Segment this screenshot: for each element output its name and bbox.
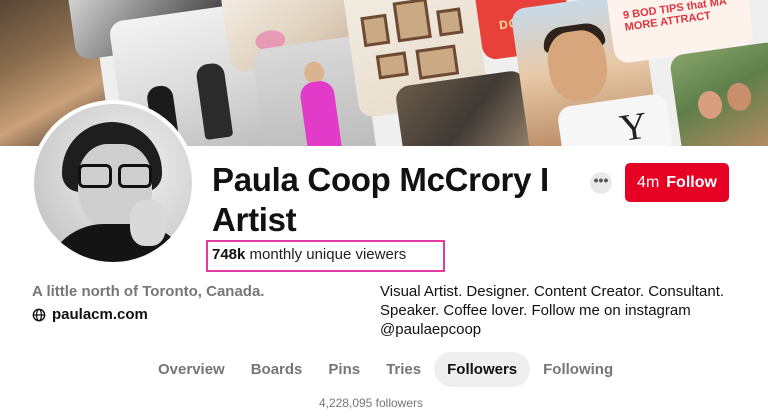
viewers-label: monthly unique viewers	[249, 246, 407, 263]
profile-avatar	[30, 100, 196, 266]
tab-overview[interactable]: Overview	[145, 352, 238, 387]
profile-tabs: Overview Boards Pins Tries Followers Fol…	[145, 350, 626, 388]
tab-pins[interactable]: Pins	[315, 352, 373, 387]
monthly-viewers: 748k monthly unique viewers	[212, 246, 406, 263]
followers-count: 4,228,095 followers	[318, 396, 424, 410]
profile-website-link[interactable]: paulacm.com	[32, 306, 148, 323]
tab-followers[interactable]: Followers	[434, 351, 531, 387]
cover-tile-text: Y	[617, 104, 651, 146]
website-url: paulacm.com	[52, 306, 148, 323]
tab-tries[interactable]: Tries	[373, 352, 434, 387]
profile-name: Paula Coop McCrory I Artist	[212, 161, 549, 238]
viewers-count: 748k	[212, 246, 246, 263]
globe-icon	[32, 308, 46, 321]
tab-boards[interactable]: Boards	[238, 352, 316, 387]
follow-count: 4m	[637, 173, 660, 191]
more-options-button[interactable]: •••	[590, 172, 612, 194]
cover-tile-text: 9 BOD TIPS that MA MORE ATTRACT	[622, 0, 728, 34]
follow-label: Follow	[666, 173, 717, 191]
tab-following[interactable]: Following	[530, 352, 626, 387]
follow-button[interactable]: 4m Follow	[625, 163, 729, 202]
cover-image-couple	[668, 40, 768, 146]
profile-bio: Visual Artist. Designer. Content Creator…	[380, 283, 725, 338]
profile-location: A little north of Toronto, Canada.	[32, 283, 265, 300]
